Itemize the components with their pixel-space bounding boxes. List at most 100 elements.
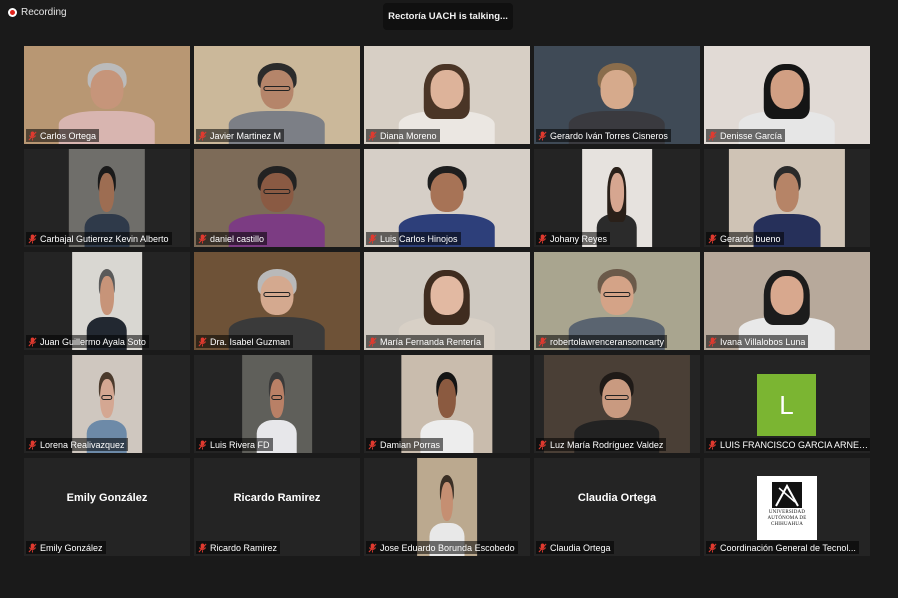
participant-name-label: Carbajal Gutierrez Kevin Alberto [26,232,172,245]
participant-name-label: Claudia Ortega [536,541,614,554]
mic-muted-icon [28,440,37,450]
participant-name-label: Diana Moreno [366,129,440,142]
participant-name: Denisse García [720,130,783,141]
participant-name: daniel castillo [210,233,265,244]
mic-muted-icon [368,337,377,347]
mic-muted-icon [368,543,377,553]
participant-name: Ricardo Ramirez [210,542,278,553]
mic-muted-icon [538,131,547,141]
participant-name: Luis Rivera FD [210,439,270,450]
participant-tile[interactable]: UNIVERSIDAD AUTÓNOMA DE CHIHUAHUA Coordin… [704,458,870,556]
participant-name: Luz María Rodríguez Valdez [550,439,664,450]
participant-tile[interactable]: Emily González Emily González [24,458,190,556]
participant-name: LUIS FRANCISCO GARCIA ARNER... [720,439,870,450]
participant-name: Carlos Ortega [40,130,97,141]
participant-name: Diana Moreno [380,130,437,141]
mic-muted-icon [708,131,717,141]
participant-tile[interactable]: Diana Moreno [364,46,530,144]
mic-muted-icon [28,131,37,141]
participant-name: Dra. Isabel Guzman [210,336,291,347]
meeting-top-bar: Recording Rectoría UACH is talking... [0,0,898,40]
participant-name: Juan Guillermo Ayala Soto [40,336,146,347]
participant-name: Jose Eduardo Borunda Escobedo [380,542,515,553]
participant-name-label: Damian Porras [366,438,444,451]
active-speaker-text: Rectoría UACH is talking... [388,11,508,22]
participant-gallery: Carlos Ortega Javier Martinez M Diana More… [24,46,870,556]
mic-muted-icon [198,131,207,141]
participant-name-label: Javier Martinez M [196,129,285,142]
participant-tile[interactable]: Luz María Rodríguez Valdez [534,355,700,453]
participant-tile[interactable]: Javier Martinez M [194,46,360,144]
participant-tile[interactable]: Gerardo Iván Torres Cisneros [534,46,700,144]
participant-name: Claudia Ortega [550,542,611,553]
participant-tile[interactable]: Jose Eduardo Borunda Escobedo [364,458,530,556]
mic-muted-icon [28,543,37,553]
participant-name-label: María Fernanda Rentería [366,335,485,348]
mic-muted-icon [368,131,377,141]
participant-tile[interactable]: María Fernanda Rentería [364,252,530,350]
participant-tile[interactable]: Luis Carlos Hinojos [364,149,530,247]
mic-muted-icon [708,543,717,553]
participant-tile[interactable]: Denisse García [704,46,870,144]
participant-tile[interactable]: Carbajal Gutierrez Kevin Alberto [24,149,190,247]
participant-name: Ivana Villalobos Luna [720,336,806,347]
mic-muted-icon [198,543,207,553]
participant-name: María Fernanda Rentería [380,336,482,347]
participant-name: Luis Carlos Hinojos [380,233,458,244]
mic-muted-icon [708,337,717,347]
participant-name-label: LUIS FRANCISCO GARCIA ARNER... [706,438,870,451]
participant-tile[interactable]: Gerardo bueno [704,149,870,247]
participant-tile[interactable]: Dra. Isabel Guzman [194,252,360,350]
participant-name: Coordinación General de Tecnol... [720,542,856,553]
participant-name-label: daniel castillo [196,232,268,245]
participant-tile[interactable]: L LUIS FRANCISCO GARCIA ARNER... [704,355,870,453]
participant-name: Lorena Realivazquez [40,439,125,450]
participant-display-name: Claudia Ortega [577,492,657,504]
participant-name: Gerardo Iván Torres Cisneros [550,130,668,141]
recording-indicator[interactable]: Recording [8,7,67,18]
participant-name: Johany Reyes [550,233,608,244]
participant-display-name: Ricardo Ramirez [233,492,321,504]
participant-name: Gerardo bueno [720,233,781,244]
participant-name: Damian Porras [380,439,441,450]
participant-name: Emily González [40,542,103,553]
participant-name-label: Johany Reyes [536,232,611,245]
participant-name-label: Lorena Realivazquez [26,438,128,451]
participant-tile[interactable]: Ricardo Ramirez Ricardo Ramirez [194,458,360,556]
participant-tile[interactable]: Luis Rivera FD [194,355,360,453]
mic-muted-icon [538,234,547,244]
recording-label: Recording [21,7,67,18]
participant-tile[interactable]: robertolawrenceransomcarty [534,252,700,350]
participant-tile[interactable]: Lorena Realivazquez [24,355,190,453]
participant-display-name: Emily González [66,492,148,504]
participant-name-label: Gerardo Iván Torres Cisneros [536,129,671,142]
mic-muted-icon [368,234,377,244]
participant-tile[interactable]: daniel castillo [194,149,360,247]
mic-muted-icon [28,234,37,244]
initial-avatar: L [757,374,816,436]
participant-name-label: Juan Guillermo Ayala Soto [26,335,149,348]
record-icon [8,8,17,17]
mic-muted-icon [708,440,717,450]
participant-tile[interactable]: Juan Guillermo Ayala Soto [24,252,190,350]
mic-muted-icon [198,337,207,347]
mic-muted-icon [198,234,207,244]
participant-name-label: Jose Eduardo Borunda Escobedo [366,541,518,554]
logo-caption: UNIVERSIDAD AUTÓNOMA DE CHIHUAHUA [767,510,807,527]
participant-tile[interactable]: Damian Porras [364,355,530,453]
participant-tile[interactable]: Claudia Ortega Claudia Ortega [534,458,700,556]
mic-muted-icon [708,234,717,244]
participant-tile[interactable]: Ivana Villalobos Luna [704,252,870,350]
seal-icon [772,482,802,508]
participant-tile[interactable]: Carlos Ortega [24,46,190,144]
university-logo: UNIVERSIDAD AUTÓNOMA DE CHIHUAHUA [757,476,817,540]
mic-muted-icon [368,440,377,450]
participant-name-label: Luz María Rodríguez Valdez [536,438,667,451]
participant-name-label: Luis Carlos Hinojos [366,232,461,245]
participant-name: Javier Martinez M [210,130,282,141]
participant-name: Carbajal Gutierrez Kevin Alberto [40,233,169,244]
participant-name-label: Emily González [26,541,106,554]
participant-name-label: robertolawrenceransomcarty [536,335,668,348]
mic-muted-icon [538,337,547,347]
participant-tile[interactable]: Johany Reyes [534,149,700,247]
